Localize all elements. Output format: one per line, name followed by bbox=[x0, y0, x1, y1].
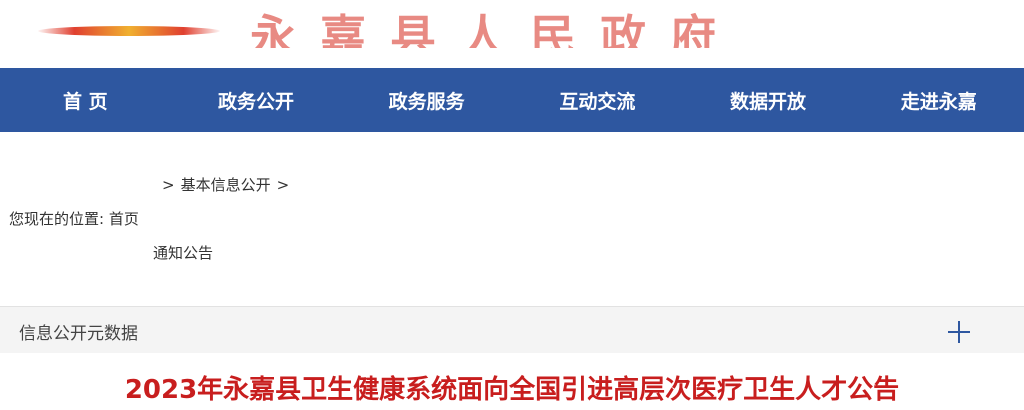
main-navigation: 首 页 政务公开 政务服务 互动交流 数据开放 走进永嘉 bbox=[0, 68, 1024, 132]
nav-interaction[interactable]: 互动交流 bbox=[512, 68, 683, 132]
breadcrumb-basic-info-link[interactable]: 基本信息公开 bbox=[181, 176, 271, 194]
breadcrumb-separator: > bbox=[162, 176, 175, 194]
nav-government-affairs-disclosure[interactable]: 政务公开 bbox=[171, 68, 342, 132]
nav-home[interactable]: 首 页 bbox=[0, 68, 171, 132]
nav-about-yongjia[interactable]: 走进永嘉 bbox=[853, 68, 1024, 132]
site-header: 永嘉县人民政府 bbox=[0, 0, 1024, 68]
breadcrumb-line-1: > 基本信息公开 > bbox=[156, 174, 295, 195]
expand-plus-icon[interactable] bbox=[946, 319, 972, 345]
article-title: 2023年永嘉县卫生健康系统面向全国引进高层次医疗卫生人才公告 bbox=[124, 375, 900, 405]
nav-government-services[interactable]: 政务服务 bbox=[341, 68, 512, 132]
nav-open-data[interactable]: 数据开放 bbox=[683, 68, 854, 132]
breadcrumb-prefix: 您现在的位置: bbox=[9, 210, 105, 228]
metadata-panel: 信息公开元数据 bbox=[0, 306, 1024, 353]
metadata-panel-label: 信息公开元数据 bbox=[19, 324, 138, 344]
breadcrumb-notices-link[interactable]: 通知公告 bbox=[153, 244, 213, 262]
breadcrumb-separator: > bbox=[276, 176, 290, 194]
breadcrumb-line-2: 您现在的位置: 首页 bbox=[9, 208, 139, 229]
site-title: 永嘉县人民政府 bbox=[250, 10, 740, 48]
national-emblem-icon bbox=[38, 26, 220, 36]
breadcrumb-line-3: 通知公告 bbox=[153, 242, 213, 263]
breadcrumb-home-link[interactable]: 首页 bbox=[109, 210, 139, 228]
